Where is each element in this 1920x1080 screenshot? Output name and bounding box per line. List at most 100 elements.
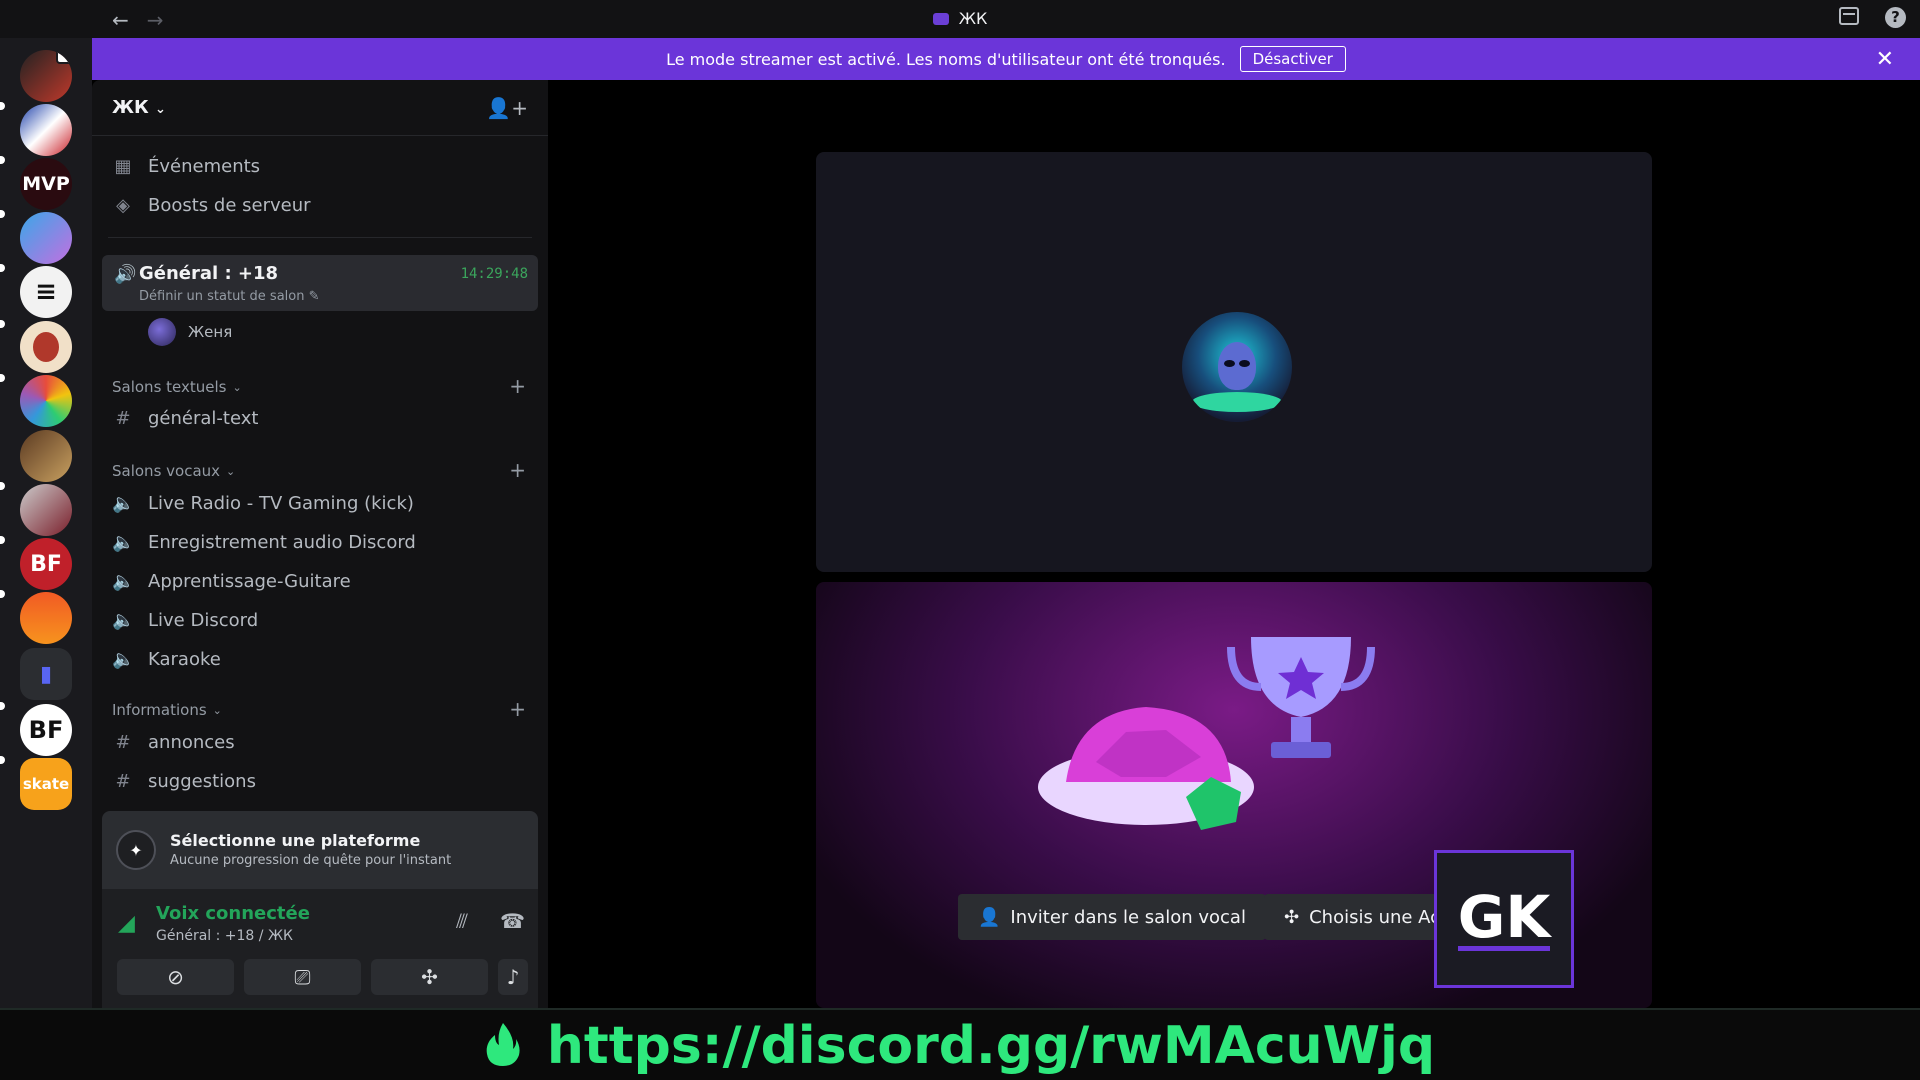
quest-title: Sélectionne une plateforme (170, 831, 421, 850)
unread-pill (0, 156, 5, 164)
voice-connection-panel: ◢ Voix connectée Général : +18 / ЖК ⫻ ☎ … (102, 889, 538, 1008)
screen-share-button[interactable]: ⎚ (244, 959, 361, 995)
soundboard-button[interactable]: ♪ (498, 959, 528, 995)
channel-label: Karaoke (148, 649, 221, 670)
channel-label: Apprentissage-Guitare (148, 571, 351, 592)
inbox-icon[interactable] (1839, 7, 1859, 25)
unread-pill (0, 536, 5, 544)
channel-label: général-text (148, 408, 259, 429)
events-item[interactable]: ▦ Événements (112, 156, 260, 177)
server-icon-9[interactable] (20, 484, 72, 536)
title-bar: ← → ЖК ? (0, 0, 1920, 38)
voice-member[interactable]: Женя (148, 318, 232, 346)
category-label: Salons vocaux (112, 462, 221, 480)
signal-icon[interactable]: ◢ (118, 911, 135, 936)
server-icon-mvp[interactable]: MVP (20, 158, 72, 210)
server-icon-7[interactable] (20, 375, 72, 427)
help-icon[interactable]: ? (1885, 7, 1906, 28)
participant-avatar (1182, 312, 1292, 422)
chevron-down-icon: ⌄ (212, 703, 222, 717)
channel-status[interactable]: Définir un statut de salon ✎ (139, 289, 320, 304)
noise-suppression-icon[interactable]: ⫻ (456, 909, 468, 933)
channel-label: annonces (148, 732, 235, 753)
server-icon-skate[interactable]: skate (20, 758, 72, 810)
voice-channel-item[interactable]: 🔈 Live Discord (112, 610, 258, 631)
voice-channel-item[interactable]: 🔈 Apprentissage-Guitare (112, 571, 351, 592)
channel-annonces[interactable]: # annonces (112, 732, 235, 753)
events-label: Événements (148, 156, 261, 177)
eye-shape (1224, 360, 1235, 367)
pencil-icon: ✎ (308, 289, 320, 304)
voice-status-title[interactable]: Voix connectée (156, 903, 310, 924)
server-icon-5[interactable]: ≡ (20, 266, 72, 318)
soundboard-icon: ♪ (506, 965, 520, 989)
add-channel-icon[interactable]: + (509, 697, 526, 721)
voice-channel-item[interactable]: 🔈 Enregistrement audio Discord (112, 532, 416, 553)
server-name-text: ЖК (112, 97, 149, 118)
server-name: ЖК ⌄ (112, 97, 166, 118)
add-channel-icon[interactable]: + (509, 458, 526, 482)
invite-voice-button[interactable]: 👤 Inviter dans le salon vocal (958, 894, 1266, 940)
participant-tile[interactable] (816, 152, 1652, 572)
server-icon-bh[interactable]: BF (20, 538, 72, 590)
server-icon-2[interactable] (20, 104, 72, 156)
server-icon-6[interactable] (20, 321, 72, 373)
chevron-down-icon: ⌄ (155, 102, 166, 117)
disable-streamer-button[interactable]: Désactiver (1239, 46, 1346, 72)
speaker-icon: 🔈 (112, 610, 135, 631)
category-label: Salons textuels (112, 378, 227, 396)
camera-off-button[interactable]: ⊘ (117, 959, 234, 995)
quest-panel[interactable]: ✦ Sélectionne une plateforme Aucune prog… (102, 811, 538, 889)
speaker-icon: 🔈 (112, 571, 135, 592)
server-header[interactable]: ЖК ⌄ 👤+ (92, 80, 548, 136)
boosts-item[interactable]: ◈ Boosts de serveur (112, 195, 310, 216)
channel-name: Général : +18 (139, 263, 279, 284)
unread-pill (0, 702, 5, 710)
category-voice[interactable]: Salons vocaux ⌄ (112, 462, 235, 480)
streamer-mode-banner: Le mode streamer est activé. Les noms d'… (92, 38, 1920, 80)
category-info[interactable]: Informations ⌄ (112, 701, 222, 719)
channel-suggestions[interactable]: # suggestions (112, 771, 256, 792)
invite-people-icon[interactable]: 👤+ (486, 96, 528, 120)
activities-button[interactable]: ✣ (371, 959, 488, 995)
voice-channel-active[interactable]: 🔊 Général : +18 Définir un statut de sal… (102, 255, 538, 311)
window-title-text: ЖК (958, 9, 988, 28)
flame-icon (486, 1023, 520, 1066)
voice-status-subtitle: Général : +18 / ЖК (156, 928, 293, 944)
server-icon-11[interactable] (20, 592, 72, 644)
server-icon-4[interactable] (20, 212, 72, 264)
channel-label: suggestions (148, 771, 256, 792)
calendar-icon: ▦ (114, 156, 132, 177)
server-icon-1[interactable] (20, 50, 72, 102)
add-channel-icon[interactable]: + (509, 374, 526, 398)
camera-off-icon: ⊘ (167, 965, 184, 989)
channel-label: Live Discord (148, 610, 259, 631)
close-icon[interactable]: ✕ (1876, 47, 1894, 72)
server-icon-bf[interactable]: BF (20, 704, 72, 756)
folder-icon: ▮ (39, 661, 53, 687)
channel-status-text: Définir un statut de salon (139, 289, 305, 304)
disconnect-icon[interactable]: ☎ (500, 909, 525, 933)
quest-subtitle: Aucune progression de quête pour l'insta… (170, 853, 452, 868)
guild-label: skate (22, 775, 70, 793)
banner-message: Le mode streamer est activé. Les noms d'… (666, 49, 1226, 69)
screen-share-icon: ⎚ (294, 965, 311, 989)
voice-channel-item[interactable]: 🔈 Live Radio - TV Gaming (kick) (112, 493, 414, 514)
server-folder[interactable]: ▮ (20, 648, 72, 700)
category-text[interactable]: Salons textuels ⌄ (112, 378, 242, 396)
speaker-icon: 🔈 (112, 493, 135, 514)
channel-general-text[interactable]: # général-text (112, 408, 258, 429)
window-title: ЖК (0, 9, 1920, 28)
overlay-logo-text: GK (1457, 882, 1551, 951)
unread-pill (0, 264, 5, 272)
voice-stage: 👤 Inviter dans le salon vocal ✣ Choisis un… (548, 80, 1920, 1008)
eye-shape (1239, 360, 1250, 367)
server-icon-8[interactable] (20, 430, 72, 482)
discord-invite-link[interactable]: https://discord.gg/rwMAcuWjq (0, 1016, 1920, 1076)
divider (108, 237, 532, 238)
activity-tile: 👤 Inviter dans le salon vocal ✣ Choisis un… (816, 582, 1652, 1008)
chevron-down-icon: ⌄ (232, 380, 242, 394)
channel-label: Live Radio - TV Gaming (kick) (148, 493, 414, 514)
voice-channel-item[interactable]: 🔈 Karaoke (112, 649, 221, 670)
speaker-icon: 🔊 (114, 264, 137, 285)
